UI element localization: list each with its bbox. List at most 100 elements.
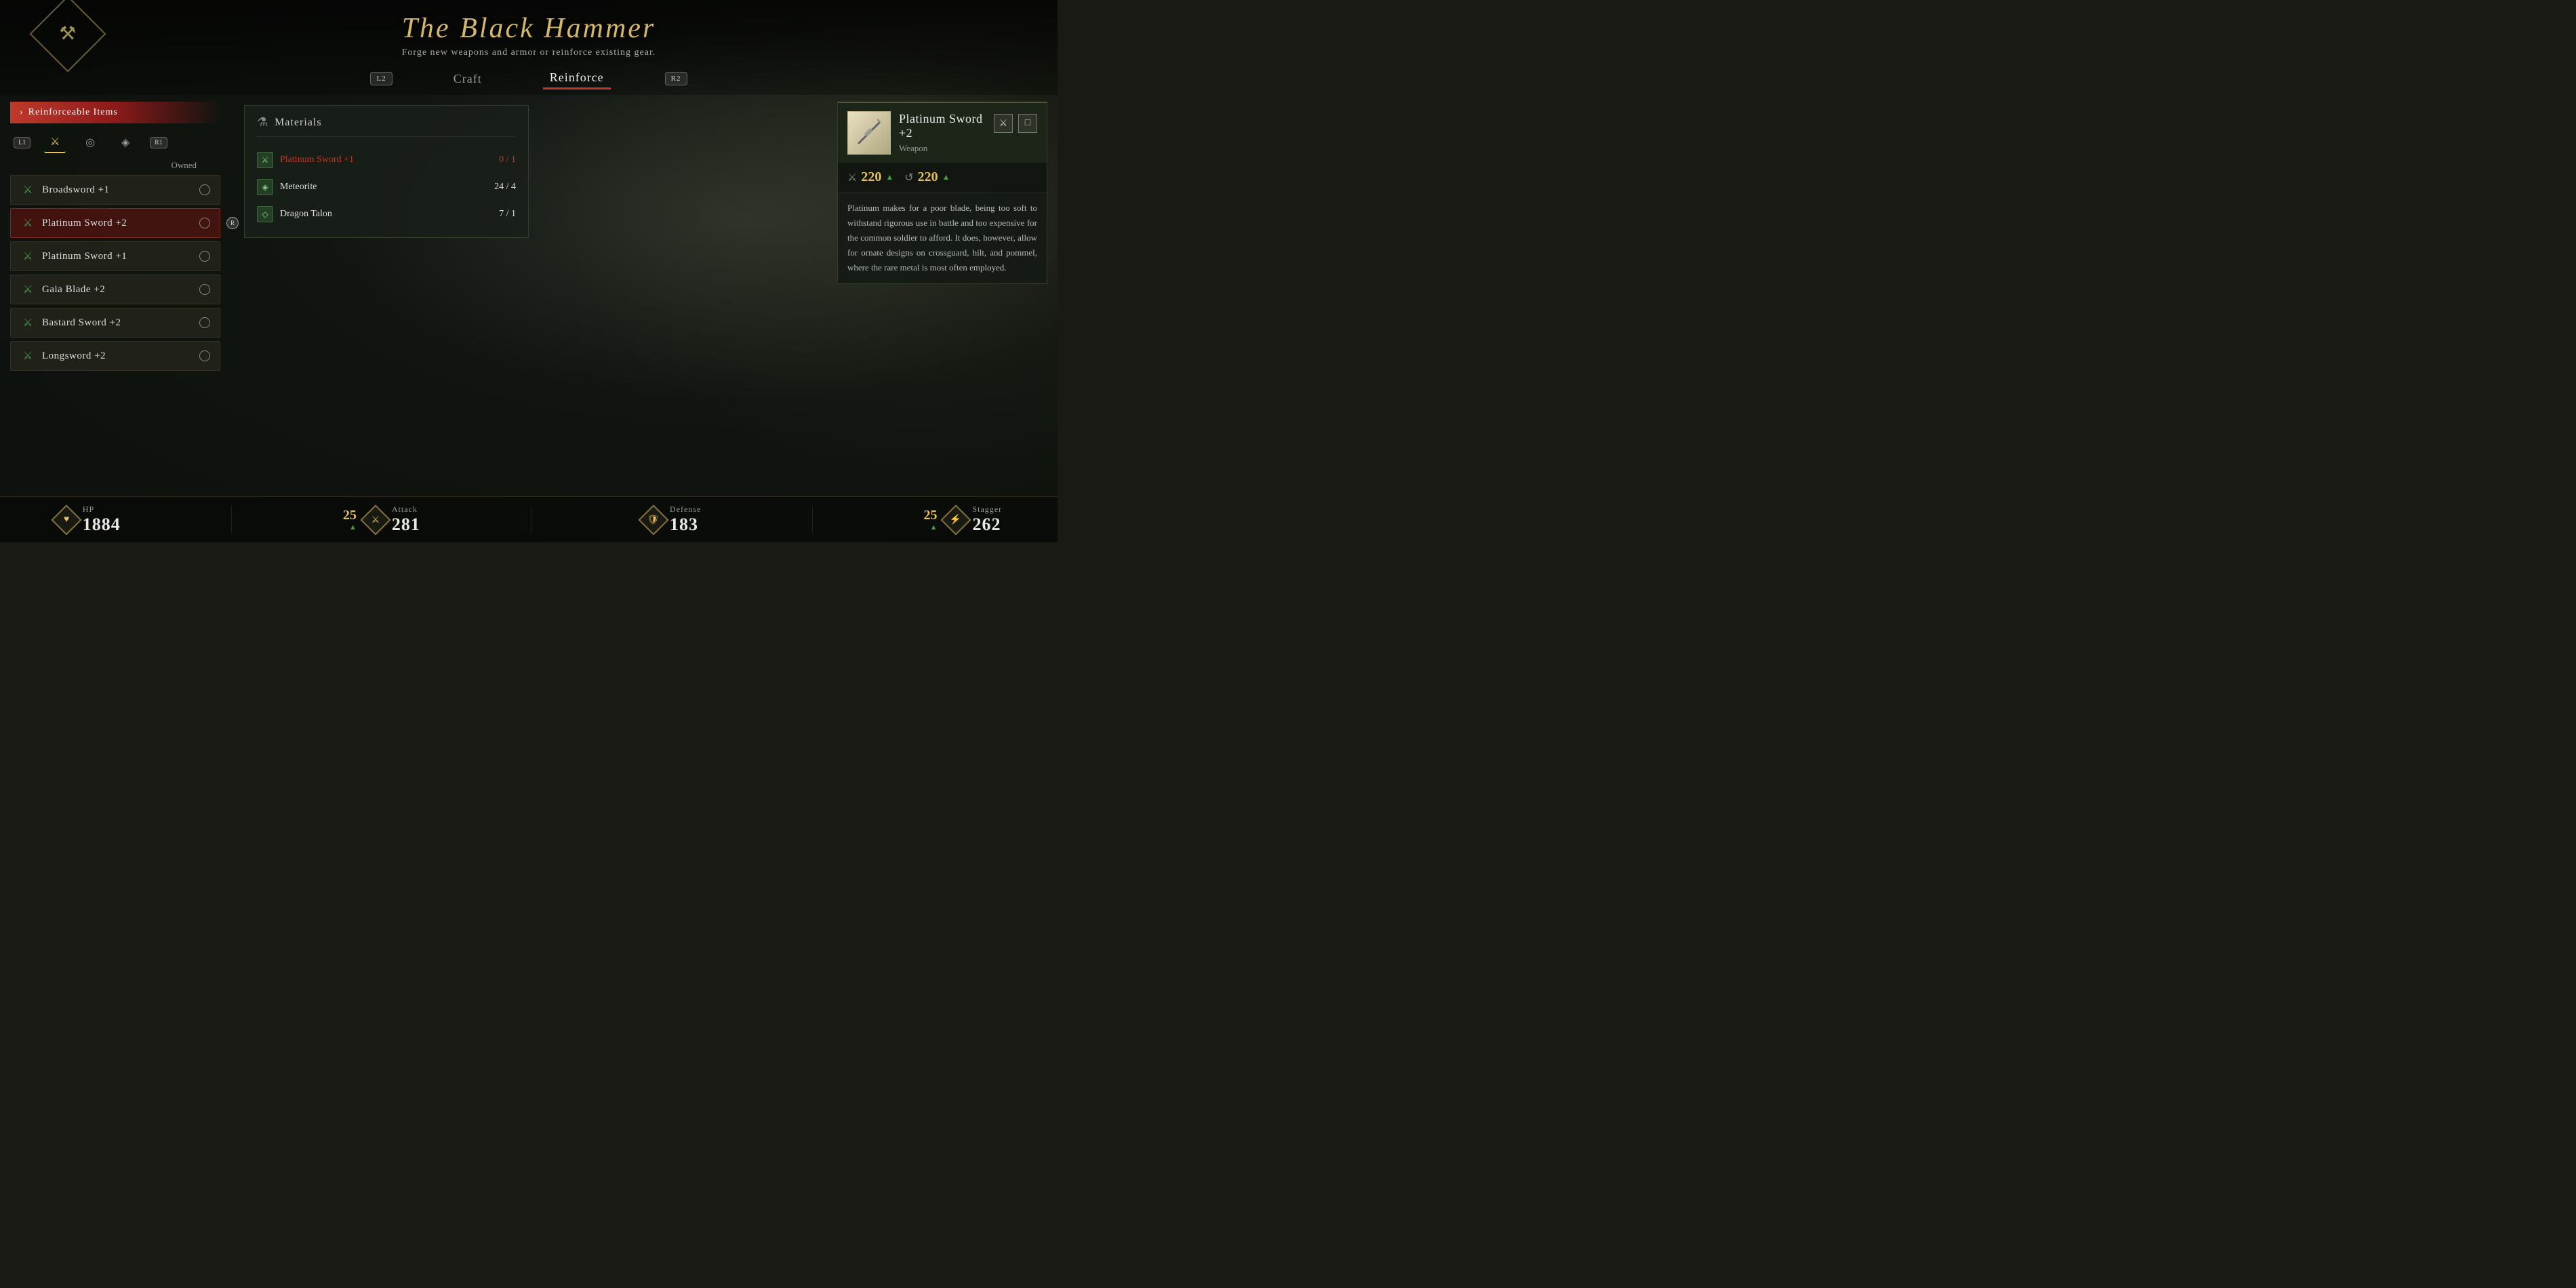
defense-icon: 🛡 xyxy=(647,514,660,525)
detail-card: Platinum Sword +2 Weapon ⚔ □ ⚔ 220 ▲ ↺ 2… xyxy=(837,102,1047,284)
stagger-values: Stagger 262 xyxy=(972,504,1002,535)
material-name: Dragon Talon xyxy=(280,209,332,220)
stagger-icon: ⚡ xyxy=(950,514,962,525)
list-item[interactable]: ⚔ Broadsword +1 xyxy=(10,175,220,205)
item-name: Longsword +2 xyxy=(42,350,193,362)
detail-item-type: Weapon xyxy=(899,143,986,154)
attack-label: Attack xyxy=(392,504,420,515)
stats-row: ⚔ 220 ▲ ↺ 220 ▲ xyxy=(838,163,1047,193)
defense-stat-block: 🛡 Defense 183 xyxy=(643,504,701,535)
l1-button[interactable]: L1 xyxy=(14,137,31,148)
list-item[interactable]: ⚔ Bastard Sword +2 xyxy=(10,308,220,338)
material-icon: ⚔ xyxy=(257,152,273,168)
category-row: L1 ⚔ ◎ ◈ R1 xyxy=(10,132,220,153)
item-icon: ⚔ xyxy=(20,315,35,330)
attack-up-icon: ▲ xyxy=(885,172,893,182)
defense-label: Defense xyxy=(670,504,701,515)
page-title: The Black Hammer xyxy=(0,12,1058,45)
info-button[interactable]: □ xyxy=(1018,114,1037,133)
item-icon: ⚔ xyxy=(20,249,35,264)
magic-up-icon: ▲ xyxy=(942,172,950,182)
material-left: ⚔ Platinum Sword +1 xyxy=(257,152,354,168)
owned-indicator xyxy=(199,350,210,361)
owned-indicator xyxy=(199,284,210,295)
owned-label: Owned xyxy=(10,160,220,171)
material-row: ⚔ Platinum Sword +1 0 / 1 xyxy=(257,146,516,174)
material-row: ◈ Meteorite 24 / 4 xyxy=(257,174,516,201)
list-item[interactable]: ⚔ Gaia Blade +2 xyxy=(10,275,220,304)
attack-stat-block: 25 ▲ ⚔ Attack 281 xyxy=(343,504,420,535)
material-row: ◇ Dragon Talon 7 / 1 xyxy=(257,201,516,228)
l2-button[interactable]: L2 xyxy=(370,72,392,85)
stagger-diamond: ⚡ xyxy=(941,504,971,535)
material-name: Platinum Sword +1 xyxy=(280,155,354,165)
materials-title: Materials xyxy=(275,117,321,129)
material-icon: ◇ xyxy=(257,206,273,222)
tab-reinforce[interactable]: Reinforce xyxy=(543,68,611,89)
list-item[interactable]: ⚔ Longsword +2 xyxy=(10,341,220,371)
attack-value: 281 xyxy=(392,515,420,535)
attack-value: 220 xyxy=(861,169,881,185)
category-armor[interactable]: ◈ xyxy=(115,132,136,153)
tab-craft[interactable]: Craft xyxy=(447,69,489,89)
item-list: ⚔ Broadsword +1 ⚔ Platinum Sword +2 ☞ R … xyxy=(10,175,220,371)
attack-up-icon: ▲ xyxy=(349,523,357,531)
owned-indicator xyxy=(199,317,210,328)
material-icon: ◈ xyxy=(257,179,273,195)
forge-logo xyxy=(41,7,95,61)
r1-button[interactable]: R1 xyxy=(150,137,167,148)
attack-icon: ⚔ xyxy=(847,171,857,184)
reinforceable-banner: › Reinforceable Items xyxy=(10,102,220,123)
materials-box: ⚗ Materials ⚔ Platinum Sword +1 0 / 1 ◈ … xyxy=(244,105,529,238)
banner-label: Reinforceable Items xyxy=(28,107,118,118)
stagger-up-icon: ▲ xyxy=(930,523,938,531)
item-description: Platinum makes for a poor blade, being t… xyxy=(838,193,1047,283)
defense-diamond: 🛡 xyxy=(638,504,668,535)
hp-diamond: ♥ xyxy=(51,504,81,535)
category-weapons[interactable]: ⚔ xyxy=(44,132,66,153)
nav-tabs: L2 Craft Reinforce R2 xyxy=(0,68,1058,95)
material-count: 7 / 1 xyxy=(499,209,516,220)
hp-label: HP xyxy=(83,504,121,515)
material-count: 24 / 4 xyxy=(494,182,516,193)
owned-indicator xyxy=(199,251,210,262)
equip-button[interactable]: ⚔ xyxy=(994,114,1013,133)
stagger-bonus-area: 25 ▲ xyxy=(923,508,937,531)
magic-value: 220 xyxy=(918,169,938,185)
stagger-label: Stagger xyxy=(972,504,1002,515)
item-icon: ⚔ xyxy=(20,182,35,197)
hp-values: HP 1884 xyxy=(83,504,121,535)
attack-values: Attack 281 xyxy=(392,504,420,535)
attack-bonus: 25 xyxy=(343,508,357,523)
list-item[interactable]: ⚔ Platinum Sword +2 ☞ R xyxy=(10,208,220,238)
item-image xyxy=(847,111,891,155)
forge-logo-diamond xyxy=(29,0,106,73)
materials-icon: ⚗ xyxy=(257,115,268,129)
main-content: › Reinforceable Items L1 ⚔ ◎ ◈ R1 Owned … xyxy=(0,95,1058,549)
list-item[interactable]: ⚔ Platinum Sword +1 xyxy=(10,241,220,271)
material-name: Meteorite xyxy=(280,182,317,193)
item-name: Bastard Sword +2 xyxy=(42,317,193,329)
material-left: ◈ Meteorite xyxy=(257,179,317,195)
divider xyxy=(812,506,813,534)
category-rings[interactable]: ◎ xyxy=(79,132,101,153)
page-subtitle: Forge new weapons and armor or reinforce… xyxy=(0,47,1058,58)
hp-stat-block: ♥ HP 1884 xyxy=(56,504,121,535)
material-left: ◇ Dragon Talon xyxy=(257,206,332,222)
magic-icon: ↺ xyxy=(904,171,913,184)
item-icon: ⚔ xyxy=(20,216,35,230)
item-icon: ⚔ xyxy=(20,348,35,363)
r2-button[interactable]: R2 xyxy=(665,72,687,85)
detail-item-name: Platinum Sword +2 xyxy=(899,112,986,140)
owned-indicator xyxy=(199,218,210,228)
attack-icon: ⚔ xyxy=(371,514,380,525)
hp-icon: ♥ xyxy=(64,515,69,525)
attack-stat: ⚔ 220 ▲ xyxy=(847,169,893,185)
item-name: Platinum Sword +2 xyxy=(42,218,193,229)
center-panel: ⚗ Materials ⚔ Platinum Sword +1 0 / 1 ◈ … xyxy=(230,95,827,549)
left-panel: › Reinforceable Items L1 ⚔ ◎ ◈ R1 Owned … xyxy=(0,95,230,549)
status-bar: ♥ HP 1884 25 ▲ ⚔ Attack 281 🛡 Defense 18… xyxy=(0,496,1058,542)
owned-indicator xyxy=(199,184,210,195)
detail-info: Platinum Sword +2 Weapon xyxy=(899,112,986,154)
attack-bonus-area: 25 ▲ xyxy=(343,508,357,531)
